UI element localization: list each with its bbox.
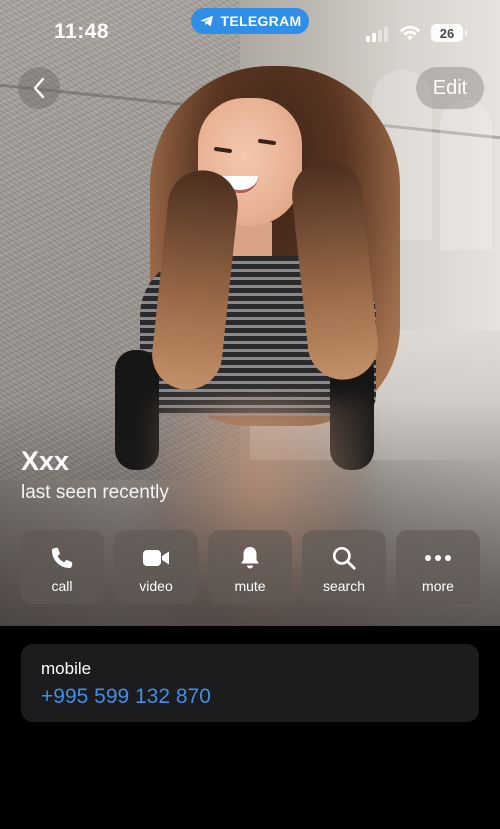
profile-name: Xxx [21, 446, 70, 476]
profile-last-seen: last seen recently [21, 482, 169, 503]
action-bar: call video mute search more [20, 530, 480, 604]
phone-number-link[interactable]: +995 599 132 870 [41, 685, 211, 709]
more-dots-icon [424, 544, 452, 572]
status-time: 11:48 [54, 20, 110, 43]
telegram-pill-label: TELEGRAM [220, 13, 302, 29]
battery-level: 26 [439, 25, 455, 41]
more-label: more [422, 578, 454, 594]
mute-label: mute [234, 578, 266, 594]
phone-type-label: mobile [41, 659, 92, 678]
wifi-icon [400, 25, 420, 41]
search-label: search [322, 578, 366, 594]
more-button[interactable]: more [396, 530, 480, 604]
magnifier-icon [330, 544, 358, 572]
back-button[interactable] [18, 67, 60, 109]
edit-button[interactable]: Edit [416, 67, 484, 109]
video-camera-icon [142, 544, 170, 572]
cellular-signal-icon [366, 26, 390, 42]
call-label: call [51, 578, 73, 594]
call-button[interactable]: call [20, 530, 104, 604]
chevron-left-icon [33, 77, 45, 99]
mute-button[interactable]: mute [208, 530, 292, 604]
video-button[interactable]: video [114, 530, 198, 604]
battery-icon: 26 [431, 24, 467, 42]
video-label: video [139, 578, 173, 594]
photo-arch [440, 100, 492, 250]
contact-info-card[interactable]: mobile +995 599 132 870 [21, 644, 479, 722]
telegram-pill[interactable]: TELEGRAM [191, 8, 309, 34]
status-bar: 11:48 TELEGRAM 26 [0, 0, 500, 60]
phone-icon [48, 544, 76, 572]
bell-icon [236, 544, 264, 572]
telegram-plane-icon [199, 15, 213, 27]
search-button[interactable]: search [302, 530, 386, 604]
